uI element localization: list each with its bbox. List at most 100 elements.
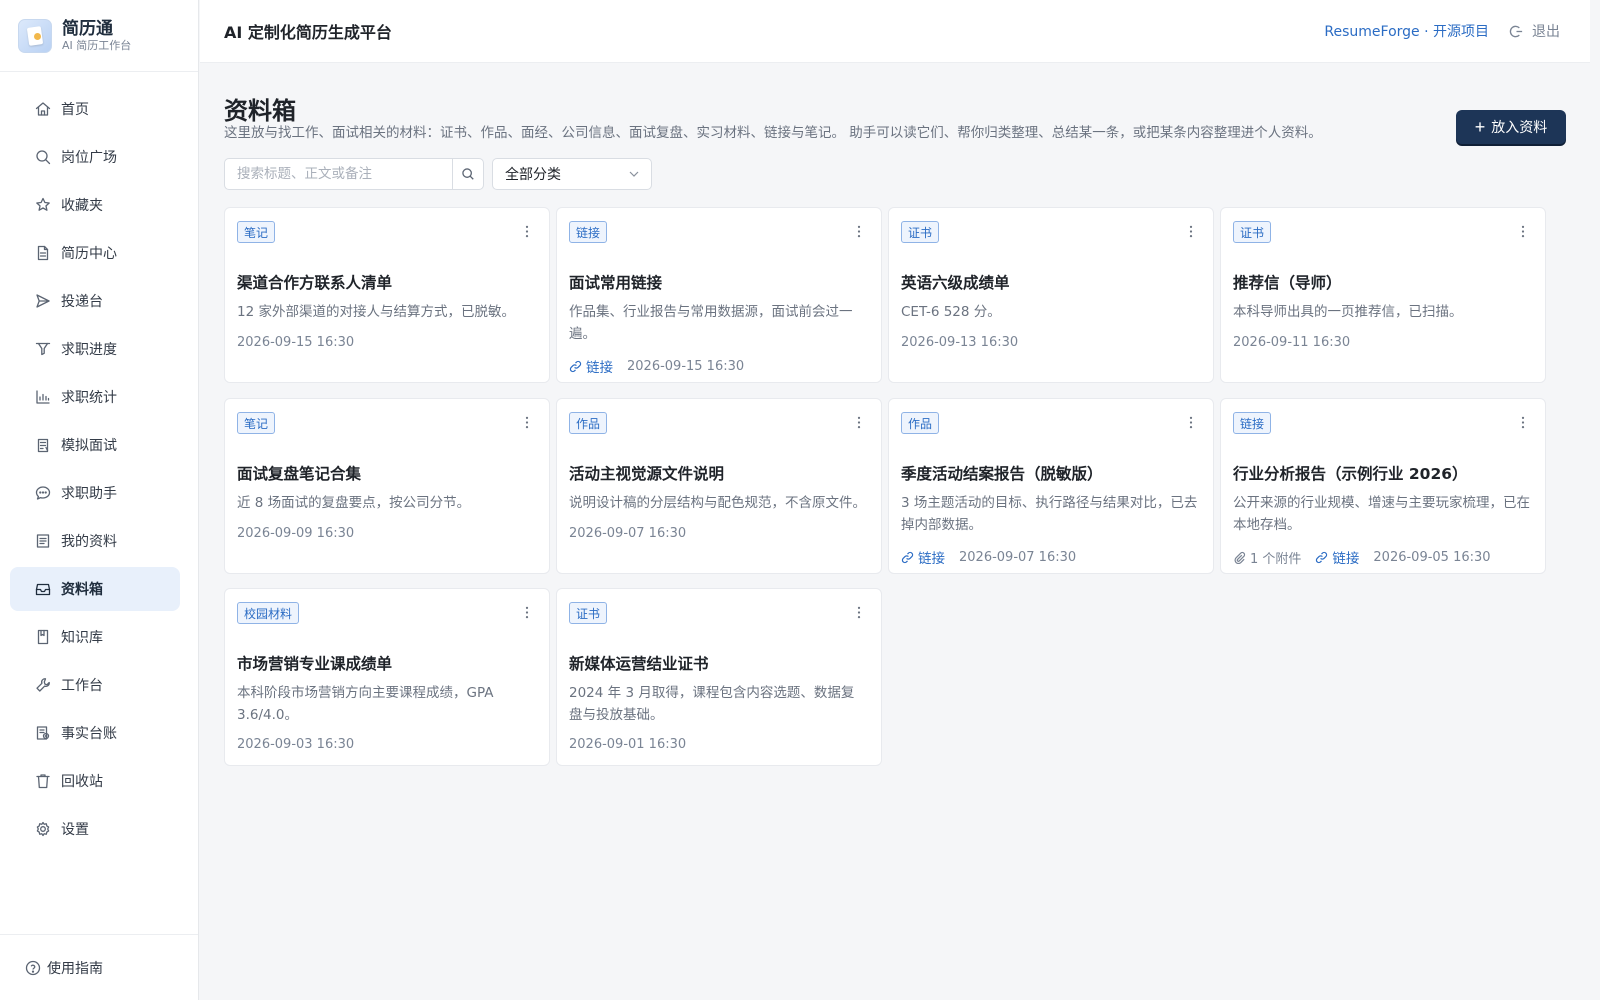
search-icon xyxy=(462,168,474,180)
material-card[interactable]: 校园材料 市场营销专业课成绩单 本科阶段市场营销方向主要课程成绩，GPA 3.6/4… xyxy=(224,588,550,766)
more-options-icon[interactable] xyxy=(519,603,535,621)
card-meta: 2026-09-01 16:30 xyxy=(569,737,686,752)
more-options-icon[interactable] xyxy=(851,222,867,240)
card-date: 2026-09-07 16:30 xyxy=(569,526,687,541)
profile-list-icon xyxy=(34,532,52,550)
material-card[interactable]: 作品 活动主视觉源文件说明 说明设计稿的分层结构与配色规范，不含原文件。 2026-0… xyxy=(556,398,882,574)
card-description: 作品集、行业报告与常用数据源，面试前会过一遍。 xyxy=(569,304,853,342)
material-card[interactable]: 作品 季度活动结案报告（脱敏版） 3 场主题活动的目标、执行路径与结果对比，已去掉内… xyxy=(888,398,1214,574)
card-date: 2026-09-07 16:30 xyxy=(959,549,1077,565)
card-date: 2026-09-05 16:30 xyxy=(1373,549,1491,565)
material-card[interactable]: 链接 行业分析报告（示例行业 2026） 公开来源的行业规模、增速与主要玩家梳理，已… xyxy=(1220,398,1546,574)
sidebar-item-label: 简历中心 xyxy=(61,246,117,262)
guide-link[interactable]: 使用指南 xyxy=(0,934,198,1000)
add-material-button[interactable]: + 放入资料 xyxy=(1456,110,1566,144)
material-card[interactable]: 笔记 渠道合作方联系人清单 12 家外部渠道的对接人与结算方式，已脱敏。 2026-0… xyxy=(224,207,550,383)
card-description: 2024 年 3 月取得，课程包含内容选题、数据复盘与投放基础。 xyxy=(569,685,855,723)
material-card[interactable]: 证书 新媒体运营结业证书 2024 年 3 月取得，课程包含内容选题、数据复盘与投放… xyxy=(556,588,882,766)
material-card[interactable]: 笔记 面试复盘笔记合集近 8 场面试的复盘要点，按公司分节。 2026-09-09 … xyxy=(224,398,550,574)
card-meta: 2026-09-13 16:30 xyxy=(901,335,1018,350)
sidebar-item-filter[interactable]: 求职进度 xyxy=(10,327,180,371)
card-title: 行业分析报告（示例行业 2026） xyxy=(1233,465,1468,483)
more-options-icon[interactable] xyxy=(1183,413,1199,431)
sidebar-item-star[interactable]: 收藏夹 xyxy=(10,183,180,227)
more-options-icon[interactable] xyxy=(519,222,535,240)
ledger-icon xyxy=(34,724,52,742)
chevron-down-icon xyxy=(628,168,640,180)
sidebar-item-trash[interactable]: 回收站 xyxy=(10,759,180,803)
sidebar-item-label: 工作台 xyxy=(61,678,103,694)
sidebar-item-send[interactable]: 投递台 xyxy=(10,279,180,323)
sidebar-item-bar-chart[interactable]: 求职统计 xyxy=(10,375,180,419)
category-tag: 笔记 xyxy=(237,412,276,434)
card-meta: 2026-09-15 16:30 xyxy=(237,335,354,350)
sidebar: 简历通 AI 简历工作台 首页岗位广场收藏夹简历中心投递台求职进度求职统计模拟面… xyxy=(0,0,199,1000)
more-options-icon[interactable] xyxy=(519,413,535,431)
sidebar-item-inbox[interactable]: 资料箱 xyxy=(10,567,180,611)
card-link[interactable]: 链接 xyxy=(1315,547,1359,567)
chat-icon xyxy=(34,484,52,502)
sidebar-item-search[interactable]: 岗位广场 xyxy=(10,135,180,179)
card-title: 渠道合作方联系人清单 xyxy=(237,274,393,292)
attachment-count: 1 个附件 xyxy=(1233,548,1301,567)
more-options-icon[interactable] xyxy=(1183,222,1199,240)
sidebar-item-wrench[interactable]: 工作台 xyxy=(10,663,180,707)
card-title: 新媒体运营结业证书 xyxy=(569,655,709,673)
brand-logo xyxy=(18,18,52,53)
brand-subtitle: AI 简历工作台 xyxy=(62,38,132,52)
sidebar-item-label: 事实台账 xyxy=(61,726,117,742)
sidebar-item-label: 设置 xyxy=(61,822,89,838)
card-date: 2026-09-15 16:30 xyxy=(237,335,355,350)
more-options-icon[interactable] xyxy=(851,603,867,621)
document-icon xyxy=(34,244,52,262)
sidebar-item-document[interactable]: 简历中心 xyxy=(10,231,180,275)
material-card[interactable]: 证书 推荐信（导师） 本科导师出具的一页推荐信，已扫描。 2026-09-11 16:… xyxy=(1220,207,1546,383)
sidebar-item-label: 岗位广场 xyxy=(61,150,117,166)
sidebar-item-clipboard[interactable]: 模拟面试 xyxy=(10,423,180,467)
card-description: 本科导师出具的一页推荐信，已扫描。 xyxy=(1233,304,1463,320)
link-icon xyxy=(569,360,582,373)
more-options-icon[interactable] xyxy=(1515,222,1531,240)
more-options-icon[interactable] xyxy=(1515,413,1531,431)
card-description: 公开来源的行业规模、增速与主要玩家梳理，已在本地存档。 xyxy=(1233,495,1530,533)
category-select[interactable]: 全部分类 xyxy=(492,158,652,190)
card-meta: 2026-09-03 16:30 xyxy=(237,737,354,752)
card-title: 面试复盘笔记合集 xyxy=(237,465,362,483)
material-card[interactable]: 证书 英语六级成绩单 CET-6 528 分。 2026-09-13 16:30 xyxy=(888,207,1214,383)
sidebar-item-profile-list[interactable]: 我的资料 xyxy=(10,519,180,563)
card-meta: 2026-09-07 16:30 xyxy=(569,526,686,541)
sidebar-item-label: 模拟面试 xyxy=(61,438,117,454)
sidebar-item-home[interactable]: 首页 xyxy=(10,87,180,131)
gear-icon xyxy=(34,820,52,838)
card-description: CET-6 528 分。 xyxy=(901,304,1001,320)
sidebar-item-label: 我的资料 xyxy=(61,534,117,550)
search-input[interactable] xyxy=(225,159,452,189)
scrollbar[interactable] xyxy=(1590,0,1600,1000)
trash-icon xyxy=(34,772,52,790)
category-tag: 笔记 xyxy=(237,221,276,243)
top-header: AI 定制化简历生成平台 ResumeForge · 开源项目 退出 xyxy=(200,0,1590,63)
brand[interactable]: 简历通 AI 简历工作台 xyxy=(0,0,198,72)
category-select-value: 全部分类 xyxy=(505,167,561,183)
sidebar-item-label: 知识库 xyxy=(61,630,103,646)
platform-title: AI 定制化简历生成平台 xyxy=(224,23,392,42)
sidebar-item-label: 求职进度 xyxy=(61,342,117,358)
plus-icon: + xyxy=(1474,117,1486,137)
card-title: 市场营销专业课成绩单 xyxy=(237,655,393,673)
card-date: 2026-09-15 16:30 xyxy=(627,358,745,374)
sidebar-item-gear[interactable]: 设置 xyxy=(10,807,180,851)
sidebar-item-ledger[interactable]: 事实台账 xyxy=(10,711,180,755)
search-button[interactable] xyxy=(452,159,483,189)
guide-label: 使用指南 xyxy=(47,960,103,977)
logout-icon xyxy=(1509,24,1524,39)
card-link[interactable]: 链接 xyxy=(569,356,613,376)
open-source-link[interactable]: ResumeForge · 开源项目 xyxy=(1324,21,1489,41)
card-link[interactable]: 链接 xyxy=(901,547,945,567)
more-options-icon[interactable] xyxy=(851,413,867,431)
card-meta: 1 个附件 链接 2026-09-05 16:30 xyxy=(1233,547,1491,567)
sidebar-item-book[interactable]: 知识库 xyxy=(10,615,180,659)
logout-button[interactable]: 退出 xyxy=(1509,21,1560,41)
category-tag: 校园材料 xyxy=(237,602,300,624)
material-card[interactable]: 链接 面试常用链接 作品集、行业报告与常用数据源，面试前会过一遍。 链接 2026-09… xyxy=(556,207,882,383)
sidebar-item-chat[interactable]: 求职助手 xyxy=(10,471,180,515)
